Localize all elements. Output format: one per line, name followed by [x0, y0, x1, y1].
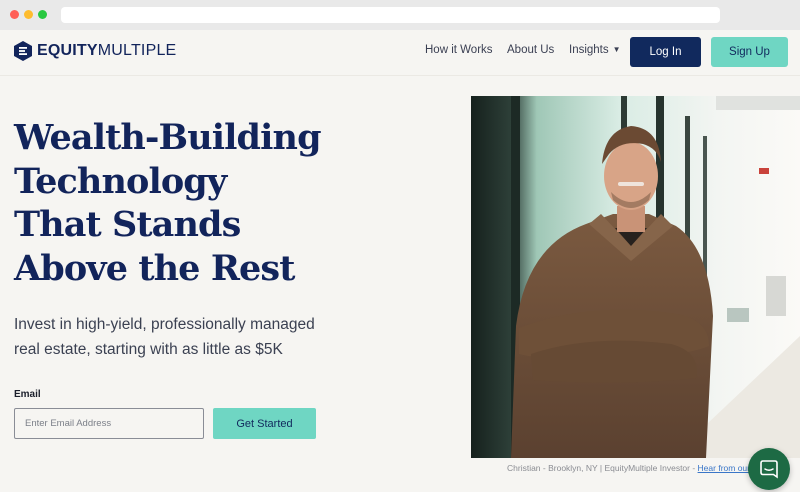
email-label: Email	[14, 389, 41, 400]
logo-link[interactable]: EQUITYMULTIPLE	[14, 41, 176, 61]
hero-title-line: Technology	[14, 160, 227, 202]
nav-about-us[interactable]: About Us	[507, 44, 554, 56]
chevron-down-icon: ▼	[612, 45, 621, 54]
hero-title-line: Above the Rest	[14, 247, 295, 289]
hear-from-investors-link[interactable]: Hear from our	[698, 463, 750, 473]
top-nav: EQUITYMULTIPLE How it Works About Us Ins…	[0, 30, 800, 76]
nav-how-it-works[interactable]: How it Works	[425, 44, 493, 56]
investor-photo	[471, 96, 800, 458]
get-started-button[interactable]: Get Started	[213, 408, 316, 439]
hero-subtitle: Invest in high-yield, professionally man…	[14, 316, 315, 358]
close-window-icon[interactable]	[10, 10, 19, 19]
nav-insights[interactable]: Insights ▼	[569, 44, 621, 56]
hero-title-line: That Stands	[14, 204, 241, 245]
minimize-window-icon[interactable]	[24, 10, 33, 19]
logo-text: EQUITYMULTIPLE	[37, 42, 177, 59]
chat-button[interactable]	[748, 448, 790, 490]
maximize-window-icon[interactable]	[38, 10, 47, 19]
investor-photo-illustration	[471, 96, 800, 458]
page: EQUITYMULTIPLE How it Works About Us Ins…	[0, 30, 800, 492]
address-bar[interactable]	[61, 7, 720, 23]
nav-insights-label: Insights	[569, 44, 609, 56]
photo-caption: Christian - Brooklyn, NY | EquityMultipl…	[507, 463, 750, 473]
chat-bubble-icon	[760, 460, 778, 479]
browser-chrome	[0, 0, 800, 30]
email-input[interactable]	[14, 408, 204, 439]
hero-title-line: Wealth-Building	[14, 117, 322, 158]
signup-button[interactable]: Sign Up	[711, 37, 788, 67]
hero-title: Wealth-Building Technology That Stands A…	[14, 116, 434, 290]
equitymultiple-logo-icon	[14, 41, 32, 61]
login-button[interactable]: Log In	[630, 37, 701, 67]
photo-caption-text: Christian - Brooklyn, NY | EquityMultipl…	[507, 463, 698, 473]
